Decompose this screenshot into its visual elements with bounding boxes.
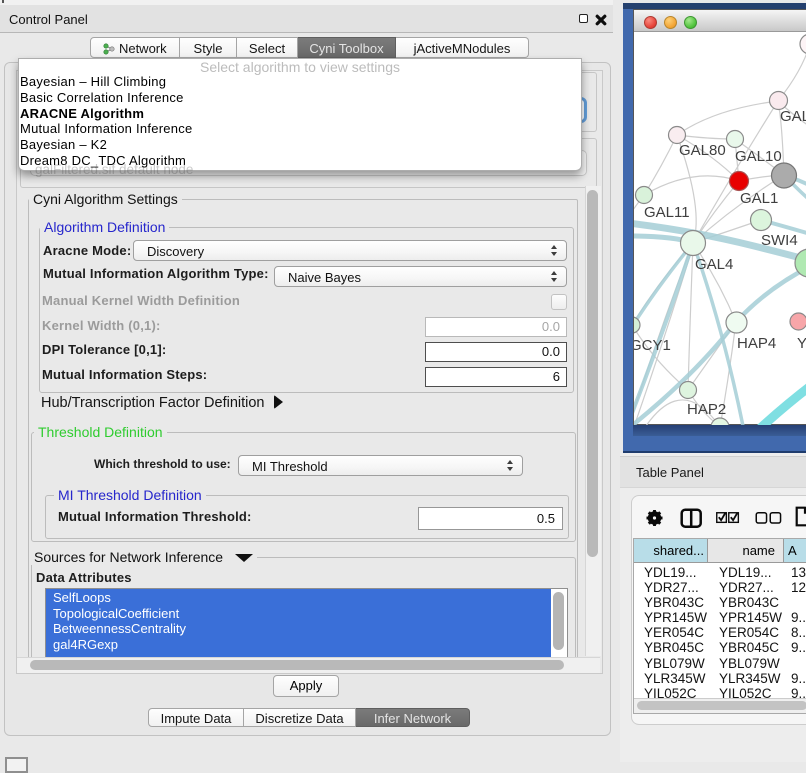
svg-text:GAL: GAL xyxy=(780,108,806,125)
svg-text:GAL10: GAL10 xyxy=(735,148,782,165)
svg-text:GAL80: GAL80 xyxy=(679,142,726,159)
svg-text:HAP2: HAP2 xyxy=(687,401,726,418)
svg-text:YM: YM xyxy=(797,335,806,352)
svg-text:GAL4: GAL4 xyxy=(695,256,733,273)
svg-text:SWI4: SWI4 xyxy=(761,232,798,249)
svg-text:HAP4: HAP4 xyxy=(737,335,776,352)
svg-text:GAL1: GAL1 xyxy=(740,190,778,207)
svg-text:GAL11: GAL11 xyxy=(644,204,690,221)
svg-text:GCY1: GCY1 xyxy=(634,337,671,354)
